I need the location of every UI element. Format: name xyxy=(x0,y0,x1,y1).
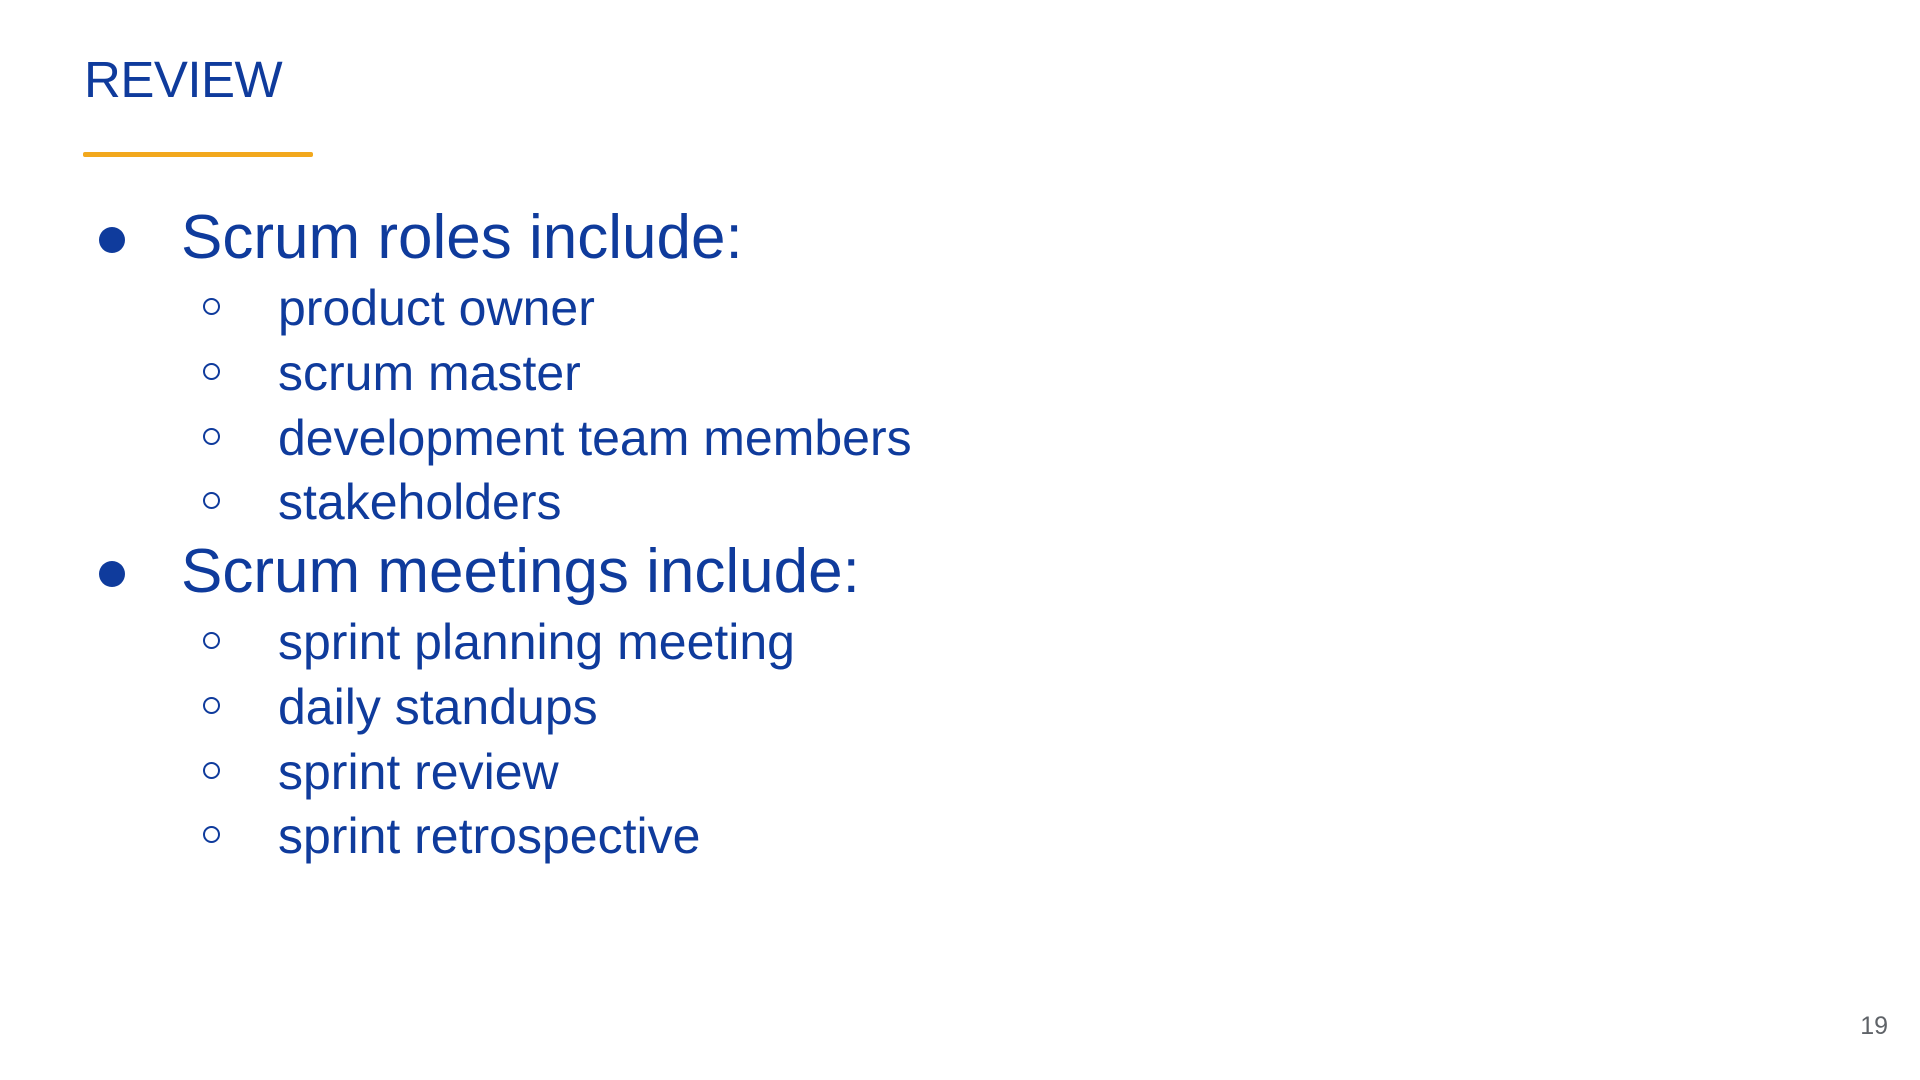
page-number: 19 xyxy=(1860,1012,1888,1040)
sub-bullet-item: development team members xyxy=(0,408,1200,472)
sub-bullet-item: sprint retrospective xyxy=(0,806,1200,870)
sub-bullet-item: stakeholders xyxy=(0,472,1200,536)
sub-bullet-label: daily standups xyxy=(278,679,598,735)
bullet-scrum-meetings: Scrum meetings include: xyxy=(0,534,1200,610)
hollow-bullet-icon xyxy=(203,492,220,509)
bullet-scrum-roles: Scrum roles include: xyxy=(0,200,1200,276)
filled-bullet-icon xyxy=(99,227,125,253)
sub-bullet-item: sprint review xyxy=(0,742,1200,806)
hollow-bullet-icon xyxy=(203,697,220,714)
sub-bullet-label: scrum master xyxy=(278,345,581,401)
sub-bullet-item: sprint planning meeting xyxy=(0,612,1200,676)
sub-bullet-label: sprint retrospective xyxy=(278,808,701,864)
bullet-label: Scrum meetings include: xyxy=(181,537,860,606)
hollow-bullet-icon xyxy=(203,363,220,380)
hollow-bullet-icon xyxy=(203,428,220,445)
slide-title: REVIEW xyxy=(84,51,283,108)
sub-bullet-label: sprint planning meeting xyxy=(278,614,795,670)
sub-bullet-label: stakeholders xyxy=(278,474,562,530)
title-underline xyxy=(83,152,313,157)
sub-bullet-label: development team members xyxy=(278,410,912,466)
hollow-bullet-icon xyxy=(203,298,220,315)
sub-bullet-item: daily standups xyxy=(0,677,1200,741)
slide: REVIEW Scrum roles include: product owne… xyxy=(0,0,1920,1080)
hollow-bullet-icon xyxy=(203,632,220,649)
sub-bullet-item: product owner xyxy=(0,278,1200,342)
sub-bullet-item: scrum master xyxy=(0,343,1200,407)
hollow-bullet-icon xyxy=(203,762,220,779)
filled-bullet-icon xyxy=(99,561,125,587)
bullet-label: Scrum roles include: xyxy=(181,203,743,272)
sub-bullet-label: sprint review xyxy=(278,744,559,800)
hollow-bullet-icon xyxy=(203,826,220,843)
sub-bullet-label: product owner xyxy=(278,280,595,336)
